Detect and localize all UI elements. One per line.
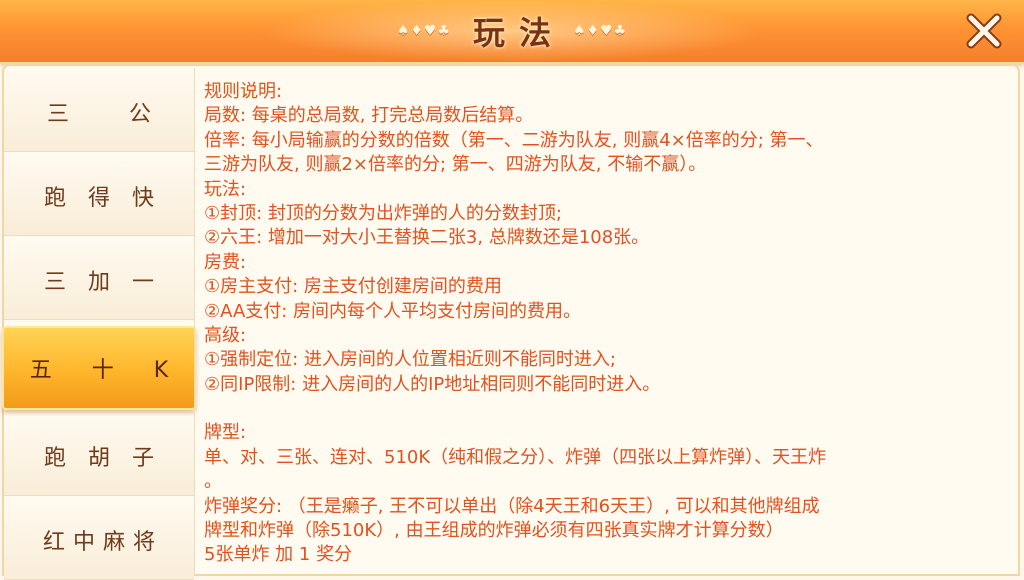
tab-label: 五十K (29, 358, 209, 383)
tab-label: 红中麻将 (42, 529, 163, 555)
rule-line: 倍率: 每小局输赢的分数的倍数（第一、二游为队友, 则赢4×倍率的分; 第一、 (204, 129, 824, 151)
rule-line: ②六王: 增加一对大小王替换二张3, 总牌数还是108张。 (204, 227, 650, 249)
rule-line: 规则说明: (204, 81, 283, 102)
rule-line: 高级: (204, 325, 247, 347)
rule-line: ①房主支付: 房主支付创建房间的费用 (204, 276, 502, 298)
rules-text[interactable]: 规则说明: 局数: 每桌的总局数, 打完总局数后结算。 倍率: 每小局输赢的分数… (204, 80, 1018, 576)
rule-line: 牌型: (204, 422, 247, 444)
suits-decoration-left: ♠♦♥♣ (396, 23, 451, 39)
tab-pao-de-kuai[interactable]: 跑得快 (4, 156, 194, 236)
tab-label: 三加一 (43, 269, 176, 295)
tab-pao-hu-zi[interactable]: 跑胡子 (4, 416, 194, 496)
tab-wu-shi-k[interactable]: 五十K (2, 326, 196, 410)
rule-line: 5张单炸 加 1 奖分 (204, 544, 353, 566)
close-button[interactable] (960, 8, 1008, 54)
rule-line (204, 397, 1018, 421)
sidebar-divider (194, 68, 195, 576)
page-title: 玩法 (472, 14, 565, 52)
rule-line: 。 (204, 471, 222, 493)
title-bar: ♠♦♥♣ 玩法 ♠♦♥♣ (0, 0, 1024, 64)
rule-line: 牌型和炸弹（除510K）, 由王组成的炸弹必须有四张真实牌才计算分数） (204, 519, 784, 541)
game-sidebar: 三公 跑得快 三加一 五十K 跑胡子 红中麻将 (2, 68, 196, 580)
tab-label: 跑得快 (43, 185, 176, 211)
rule-line: ①封顶: 封顶的分数为出炸弹的人的分数封顶; (204, 203, 562, 225)
tab-label: 跑胡子 (43, 445, 176, 471)
tab-label: 三公 (46, 101, 211, 127)
rule-line: 炸弹奖分: （王是癞子, 王不可以单出（除4天王和6天王）, 可以和其他牌组成 (204, 495, 820, 517)
tab-san-jia-yi[interactable]: 三加一 (4, 240, 194, 320)
close-x-icon (966, 13, 1002, 49)
rule-line: 玩法: (204, 178, 247, 200)
rule-line: 单、对、三张、连对、510K（纯和假之分）、炸弹（四张以上算炸弹）、天王炸 (204, 446, 827, 468)
tab-san-gong[interactable]: 三公 (4, 72, 194, 152)
tab-hong-zhong-majiang[interactable]: 红中麻将 (4, 500, 194, 580)
rule-line: 局数: 每桌的总局数, 打完总局数后结算。 (204, 105, 534, 127)
rule-line: ②同IP限制: 进入房间的人的IP地址相同则不能同时进入。 (204, 373, 661, 395)
rule-line: ①强制定位: 进入房间的人位置相近则不能同时进入; (204, 349, 616, 371)
rule-line: ②AA支付: 房间内每个人平均支付房间的费用。 (204, 300, 582, 322)
suits-decoration-right: ♠♦♥♣ (573, 23, 628, 39)
rule-line: 三游为队友, 则赢2×倍率的分; 第一、四游为队友, 不输不赢）。 (204, 154, 707, 176)
rule-line: 房费: (204, 251, 247, 273)
